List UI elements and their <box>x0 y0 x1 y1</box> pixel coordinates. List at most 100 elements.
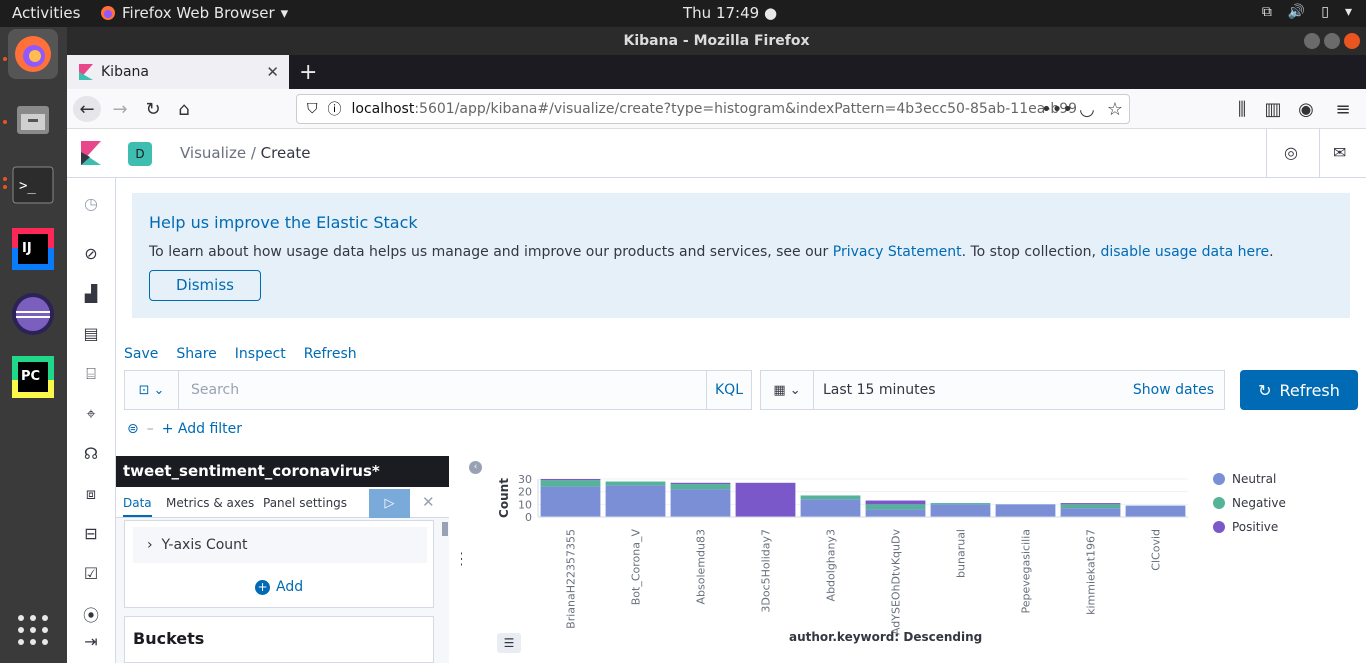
bar-segment-positive <box>865 500 926 505</box>
uptime-icon[interactable]: ☑ <box>81 564 101 584</box>
divider <box>1319 129 1320 177</box>
add-metric-button[interactable]: + Add <box>255 579 303 595</box>
home-icon[interactable]: ⌂ <box>170 96 198 122</box>
mail-icon[interactable]: ✉ <box>1333 143 1353 163</box>
dock-eclipse[interactable] <box>8 289 58 339</box>
tab-data[interactable]: Data <box>123 496 152 517</box>
dock-pycharm[interactable]: PC <box>8 352 58 402</box>
canvas-icon[interactable]: ⌸ <box>81 364 101 384</box>
info-icon[interactable]: ⓘ <box>328 99 342 119</box>
apm-icon[interactable]: ⦿ <box>81 602 101 625</box>
kql-toggle[interactable]: KQL <box>706 371 751 409</box>
bar-segment-positive <box>735 482 796 517</box>
yaxis-metric-accordion[interactable]: › Y-axis Count <box>133 527 427 563</box>
app-menu[interactable]: Firefox Web Browser ▾ <box>100 4 288 22</box>
legend-item-negative[interactable]: Negative <box>1213 491 1286 515</box>
page-actions-icon[interactable]: ••• <box>1041 96 1073 122</box>
close-tab-icon[interactable]: ✕ <box>266 63 279 81</box>
legend-item-positive[interactable]: Positive <box>1213 515 1286 539</box>
library-icon[interactable]: ⫼ <box>1228 96 1256 122</box>
quick-menu-button[interactable]: ▦ ⌄ <box>761 371 814 409</box>
search-input[interactable]: Search <box>191 382 239 398</box>
tab-metrics-axes[interactable]: Metrics & axes <box>166 496 254 510</box>
dock-intellij[interactable]: IJ <box>8 224 58 274</box>
sidebar-scrollbar[interactable] <box>442 522 448 536</box>
recently-viewed-icon[interactable]: ◷ <box>81 194 101 214</box>
menu-icon[interactable]: ≡ <box>1329 96 1357 122</box>
bookmark-star-icon[interactable]: ☆ <box>1101 96 1129 122</box>
inspect-button[interactable]: Inspect <box>235 346 286 362</box>
refresh-button[interactable]: ↻ Refresh <box>1240 370 1358 410</box>
buckets-panel: Buckets <box>124 616 434 663</box>
refresh-link[interactable]: Refresh <box>304 346 357 362</box>
dock-firefox[interactable] <box>8 29 58 79</box>
visualize-icon[interactable]: ▟ <box>81 284 101 304</box>
save-button[interactable]: Save <box>124 346 158 362</box>
divider <box>1266 129 1267 177</box>
show-applications[interactable] <box>8 605 58 655</box>
legend-item-neutral[interactable]: Neutral <box>1213 467 1286 491</box>
dismiss-button[interactable]: Dismiss <box>149 270 261 301</box>
breadcrumb-visualize[interactable]: Visualize <box>180 144 246 162</box>
tab-panel-settings[interactable]: Panel settings <box>263 496 347 510</box>
chart-legend: Neutral Negative Positive <box>1213 467 1286 539</box>
time-range[interactable]: Last 15 minutes <box>823 382 936 398</box>
maps-icon[interactable]: ⌖ <box>81 404 101 424</box>
browser-tab[interactable]: Kibana ✕ <box>67 55 289 89</box>
discover-compass-icon[interactable]: ⊘ <box>81 244 101 264</box>
expand-nav-icon[interactable]: ⇥ <box>81 632 101 652</box>
volume-icon[interactable]: 🔊 <box>1288 4 1305 20</box>
reload-icon[interactable]: ↻ <box>139 96 167 122</box>
window-title: Kibana - Mozilla Firefox <box>623 33 810 49</box>
close-window-icon[interactable] <box>1344 33 1360 49</box>
forward-icon[interactable]: → <box>106 96 134 122</box>
minimize-icon[interactable] <box>1304 33 1320 49</box>
collapse-sidebar-icon[interactable]: ‹ <box>469 461 482 474</box>
system-tray[interactable]: ⧉ 🔊 ▯ ▾ <box>1262 4 1352 20</box>
sidebar-icon[interactable]: ▥ <box>1259 96 1287 122</box>
dock-files[interactable] <box>8 95 58 145</box>
apply-changes-button[interactable]: ▷ <box>369 489 410 518</box>
x-tick-label: Bot_Corona_V <box>630 529 643 606</box>
metrics-panel: › Y-axis Count + Add <box>124 520 434 608</box>
new-tab-icon[interactable]: + <box>299 60 317 85</box>
tray-chevron-icon[interactable]: ▾ <box>1345 4 1352 20</box>
back-icon[interactable]: ← <box>73 96 101 122</box>
privacy-statement-link[interactable]: Privacy Statement <box>833 244 962 260</box>
account-icon[interactable]: ◉ <box>1292 96 1320 122</box>
saved-query-button[interactable]: ⊡ ⌄ <box>125 371 179 409</box>
dashboard-icon[interactable]: ▤ <box>81 324 101 344</box>
add-filter-button[interactable]: + Add filter <box>162 421 242 437</box>
logs-icon[interactable]: ⊟ <box>81 524 101 544</box>
show-dates-button[interactable]: Show dates <box>1133 382 1214 398</box>
legend-swatch <box>1213 521 1225 533</box>
ml-icon[interactable]: ☊ <box>81 444 101 464</box>
filter-options-icon[interactable]: ⊜ <box>127 421 139 437</box>
chevron-down-icon: ⌄ <box>789 382 801 398</box>
breadcrumb: Visualize / Create <box>180 144 311 162</box>
battery-icon[interactable]: ▯ <box>1321 4 1329 20</box>
shield-icon[interactable]: ⛉ <box>307 101 318 117</box>
svg-text:PC: PC <box>21 369 40 384</box>
network-icon[interactable]: ⧉ <box>1262 4 1272 20</box>
activities-button[interactable]: Activities <box>12 4 80 22</box>
space-avatar[interactable]: D <box>128 142 152 166</box>
share-button[interactable]: Share <box>176 346 216 362</box>
url-bar[interactable]: ⛉ ⓘ localhost:5601/app/kibana#/visualize… <box>296 94 1130 124</box>
pocket-icon[interactable]: ◡ <box>1073 96 1101 122</box>
play-icon: ▷ <box>384 496 395 511</box>
kibana-logo-icon[interactable] <box>81 141 101 165</box>
x-tick-label: AdYSEOhDtvKquDv <box>890 529 903 636</box>
maximize-icon[interactable] <box>1324 33 1340 49</box>
help-icon[interactable]: ◎ <box>1284 143 1304 163</box>
window-titlebar[interactable]: Kibana - Mozilla Firefox <box>67 27 1366 55</box>
discard-icon[interactable]: ✕ <box>422 493 435 511</box>
bar-segment-positive <box>1060 503 1121 505</box>
dock-terminal[interactable]: >_ <box>8 160 58 210</box>
kibana-favicon-icon <box>79 64 93 80</box>
disable-usage-data-link[interactable]: disable usage data here <box>1100 244 1269 260</box>
legend-toggle-icon[interactable]: ☰ <box>497 633 521 653</box>
legend-swatch <box>1213 473 1225 485</box>
infrastructure-icon[interactable]: ⧈ <box>81 484 101 504</box>
clock[interactable]: Thu 17:49 ● <box>683 4 777 22</box>
